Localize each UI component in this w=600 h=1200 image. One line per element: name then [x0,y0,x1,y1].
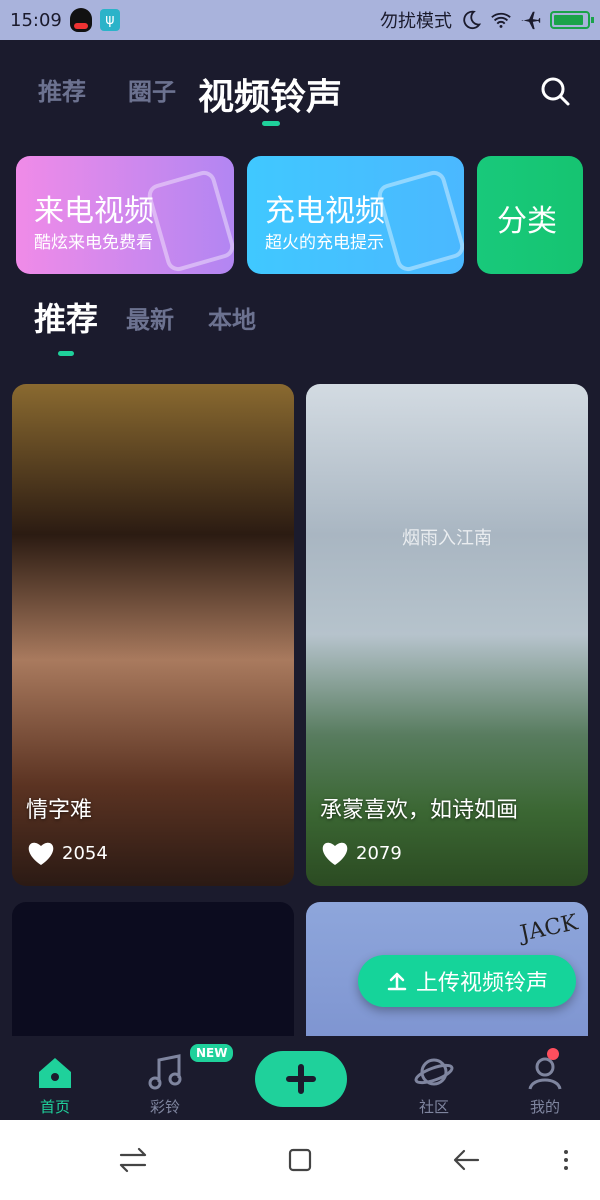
plus-icon [286,1064,316,1094]
nav-profile[interactable]: 我的 [500,1036,590,1120]
home-icon [39,1058,71,1088]
video-title: 承蒙喜欢，如诗如画 [320,798,519,823]
nav-community[interactable]: 社区 [389,1036,479,1120]
add-button[interactable] [255,1051,347,1107]
status-time: 15:09 [10,9,62,31]
subtab-local[interactable]: 本地 [208,300,256,335]
moon-icon [463,10,482,30]
video-overlay-text: 烟雨入江南 [402,528,492,549]
bottom-nav: 首页 彩铃 NEW 社区 我的 [0,1036,600,1120]
notification-dot [547,1048,559,1060]
banner-title: 充电视频 [265,194,385,229]
heart-icon [28,842,54,865]
video-title: 情字难 [26,798,93,823]
subtab-latest[interactable]: 最新 [126,300,174,335]
back-icon[interactable] [450,1144,482,1176]
switch-apps-icon[interactable] [117,1144,149,1176]
planet-icon [414,1058,454,1086]
do-not-disturb-text: 勿扰模式 [380,11,452,32]
status-right: 勿扰模式 [380,7,594,33]
profile-icon [528,1057,562,1090]
battery-decoration-icon [374,168,464,274]
phone-decoration-icon [144,168,234,274]
tab-circle[interactable]: 圈子 [128,72,176,107]
banner-title: 来电视频 [34,194,154,229]
nav-label: 社区 [418,1098,449,1116]
banner-charging-video[interactable]: 充电视频 超火的充电提示 [247,156,464,274]
upload-icon [387,972,407,991]
nav-home[interactable]: 首页 [10,1036,100,1120]
like-count[interactable]: 2079 [320,840,402,866]
video-logo-text: JACK [518,910,580,947]
tab-recommend[interactable]: 推荐 [38,72,86,107]
active-tab-indicator [262,121,280,126]
tab-video-ringtone[interactable]: 视频铃声 [198,68,342,120]
nav-label: 首页 [39,1098,70,1116]
video-card[interactable]: 情字难 2054 [12,384,294,886]
banner-category[interactable]: 分类 [477,156,583,274]
music-note-icon [148,1054,182,1090]
wifi-icon [491,12,511,28]
airplane-icon [521,11,541,30]
new-badge: NEW [190,1044,234,1062]
subtab-recommend[interactable]: 推荐 [34,294,98,340]
upload-button-label: 上传视频铃声 [415,971,548,996]
battery-icon [550,11,594,29]
system-nav-bar [0,1120,600,1200]
like-count-value: 2054 [62,842,108,864]
nav-label: 我的 [529,1098,560,1116]
home-square-icon[interactable] [284,1144,316,1176]
banner-subtitle: 酷炫来电免费看 [34,233,153,253]
heart-icon [322,842,348,865]
status-bar: 15:09 ψ 勿扰模式 [0,0,600,40]
search-icon[interactable] [538,74,572,108]
video-card[interactable]: 烟雨入江南 承蒙喜欢，如诗如画 2079 [306,384,588,886]
banner-title: 分类 [497,204,557,239]
nav-label: 彩铃 [149,1098,180,1116]
banner-subtitle: 超火的充电提示 [265,233,384,253]
qq-notification-icon [69,8,92,32]
active-subtab-indicator [58,351,74,356]
banner-incoming-call-video[interactable]: 来电视频 酷炫来电免费看 [16,156,234,274]
like-count-value: 2079 [356,842,402,864]
like-count[interactable]: 2054 [26,840,108,866]
upload-video-ringtone-button[interactable]: 上传视频铃声 [358,955,576,1007]
status-left: 15:09 ψ [10,8,120,32]
usb-icon: ψ [99,9,120,31]
menu-dots-icon[interactable] [550,1144,582,1176]
